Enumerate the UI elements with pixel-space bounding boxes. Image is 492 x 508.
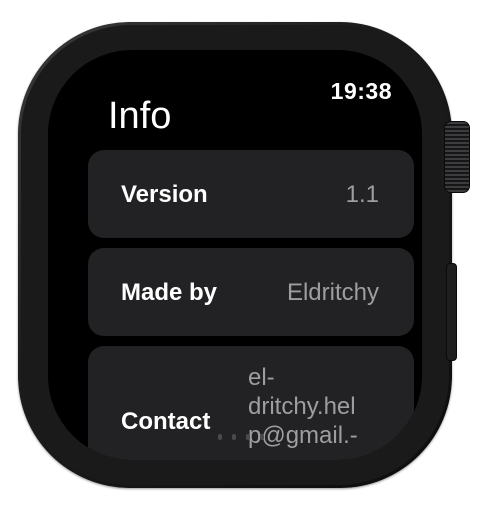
status-time: 19:38	[330, 78, 392, 104]
info-row-contact[interactable]: Contact el- dritchy.hel p@gmail.-	[88, 346, 414, 460]
stage: 19:38 Info Version 1.1 Made by Eldritchy…	[0, 0, 492, 508]
side-button[interactable]	[446, 263, 457, 361]
watch-screen: 19:38 Info Version 1.1 Made by Eldritchy…	[48, 50, 422, 460]
version-label: Version	[121, 181, 208, 208]
scroll-indicator	[218, 434, 264, 440]
indicator-dot	[232, 434, 236, 440]
digital-crown[interactable]	[444, 121, 470, 193]
indicator-dot	[260, 434, 264, 440]
made-by-label: Made by	[121, 279, 218, 306]
info-row-version: Version 1.1	[88, 150, 414, 238]
version-value: 1.1	[345, 181, 379, 208]
page-title: Info	[108, 95, 172, 137]
info-row-made-by: Made by Eldritchy	[88, 248, 414, 336]
contact-value[interactable]: el- dritchy.hel p@gmail.-	[248, 363, 398, 450]
contact-label: Contact	[121, 408, 211, 435]
made-by-value: Eldritchy	[286, 279, 379, 306]
indicator-dot	[246, 434, 250, 440]
indicator-dot	[218, 434, 222, 440]
